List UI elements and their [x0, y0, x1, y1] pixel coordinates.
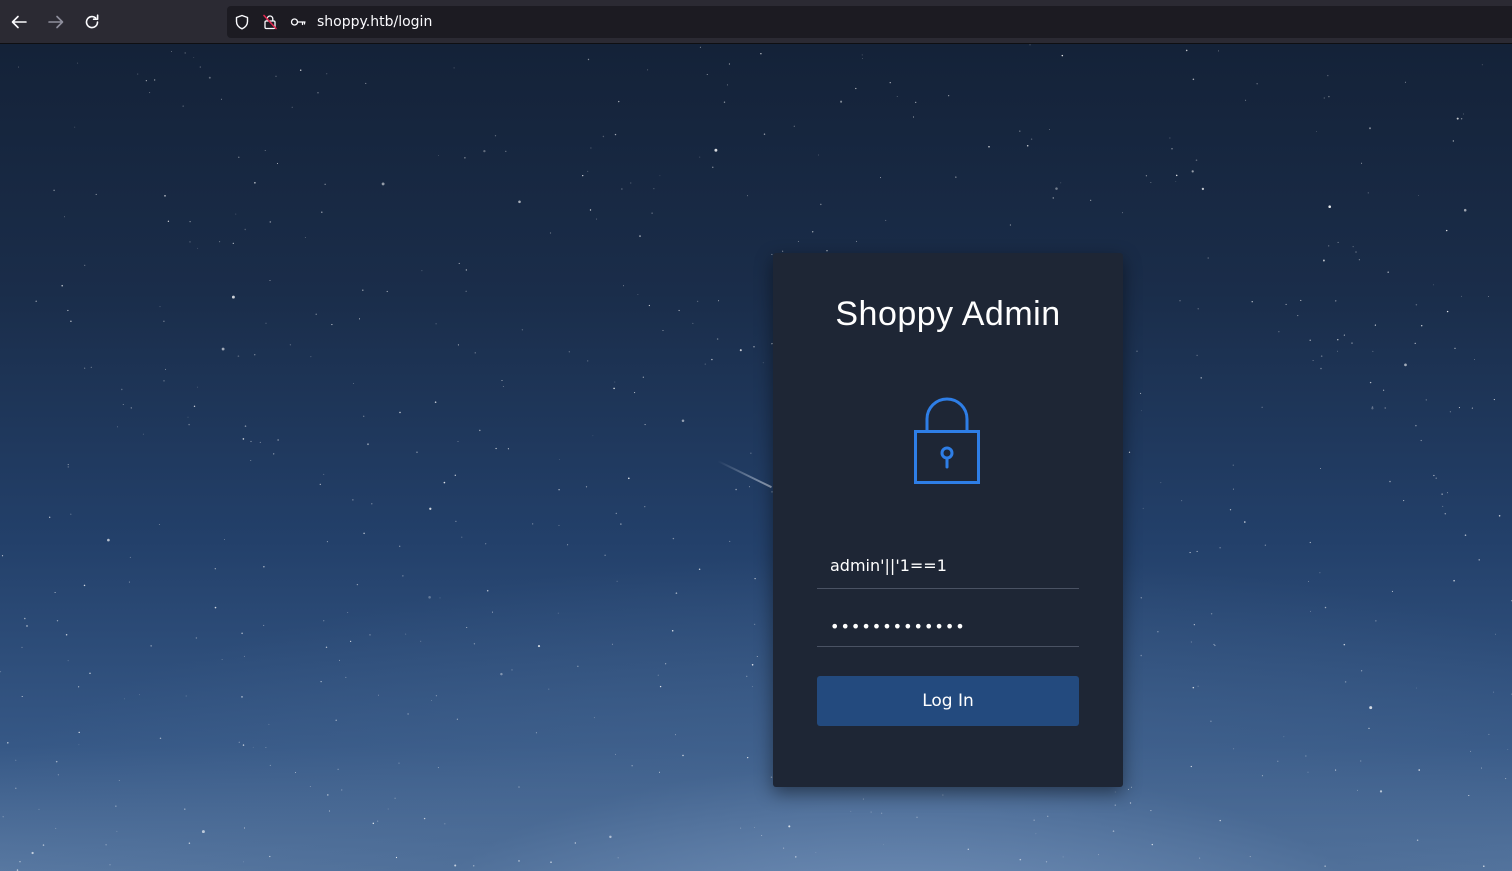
back-button[interactable] [6, 9, 32, 35]
insecure-lock-icon[interactable] [262, 14, 278, 30]
starfield-background [0, 44, 1512, 871]
username-value: admin'||'1==1 [830, 556, 947, 575]
url-text[interactable]: shoppy.htb/login [317, 13, 432, 31]
login-card: Shoppy Admin admin'||'1==1 •••••••••••••… [773, 253, 1123, 787]
password-field[interactable]: ••••••••••••• [817, 607, 1079, 647]
key-icon[interactable] [290, 14, 306, 30]
page-background [0, 44, 1512, 871]
page-title: Shoppy Admin [835, 295, 1061, 333]
reload-icon [85, 14, 99, 29]
arrow-right-icon [48, 15, 64, 29]
login-button[interactable]: Log In [817, 676, 1079, 726]
lock-icon [914, 397, 980, 484]
forward-button[interactable] [43, 9, 69, 35]
username-field[interactable]: admin'||'1==1 [817, 549, 1079, 589]
address-bar[interactable]: shoppy.htb/login [227, 6, 1512, 38]
browser-toolbar: shoppy.htb/login [0, 0, 1512, 44]
reload-button[interactable] [79, 9, 105, 35]
password-value: ••••••••••••• [830, 617, 966, 636]
arrow-left-icon [11, 15, 27, 29]
shield-icon[interactable] [234, 14, 250, 30]
